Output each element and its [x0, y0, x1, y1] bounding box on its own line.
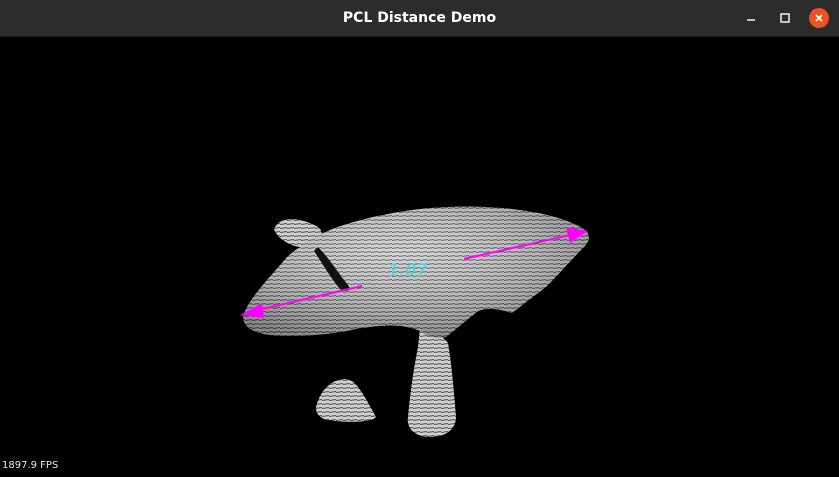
app-window: PCL Distance Demo 1.07 1897.9 FPS	[0, 0, 839, 477]
point-cloud-object	[243, 206, 589, 437]
maximize-button[interactable]	[773, 6, 797, 30]
close-button-circle	[809, 8, 829, 28]
distance-label: 1.07	[388, 261, 428, 281]
point-cloud-leg	[407, 327, 456, 437]
maximize-icon	[780, 13, 790, 23]
point-cloud-viewport[interactable]: 1.07 1897.9 FPS	[0, 37, 839, 477]
close-button[interactable]	[807, 6, 831, 30]
close-icon	[815, 14, 823, 22]
point-cloud-foot	[316, 379, 376, 422]
point-cloud-canvas	[240, 206, 589, 437]
minimize-button[interactable]	[739, 6, 763, 30]
title-bar[interactable]: PCL Distance Demo	[0, 0, 839, 37]
window-title: PCL Distance Demo	[342, 10, 497, 26]
fps-counter: 1897.9 FPS	[2, 460, 59, 471]
minimize-icon	[747, 19, 755, 21]
